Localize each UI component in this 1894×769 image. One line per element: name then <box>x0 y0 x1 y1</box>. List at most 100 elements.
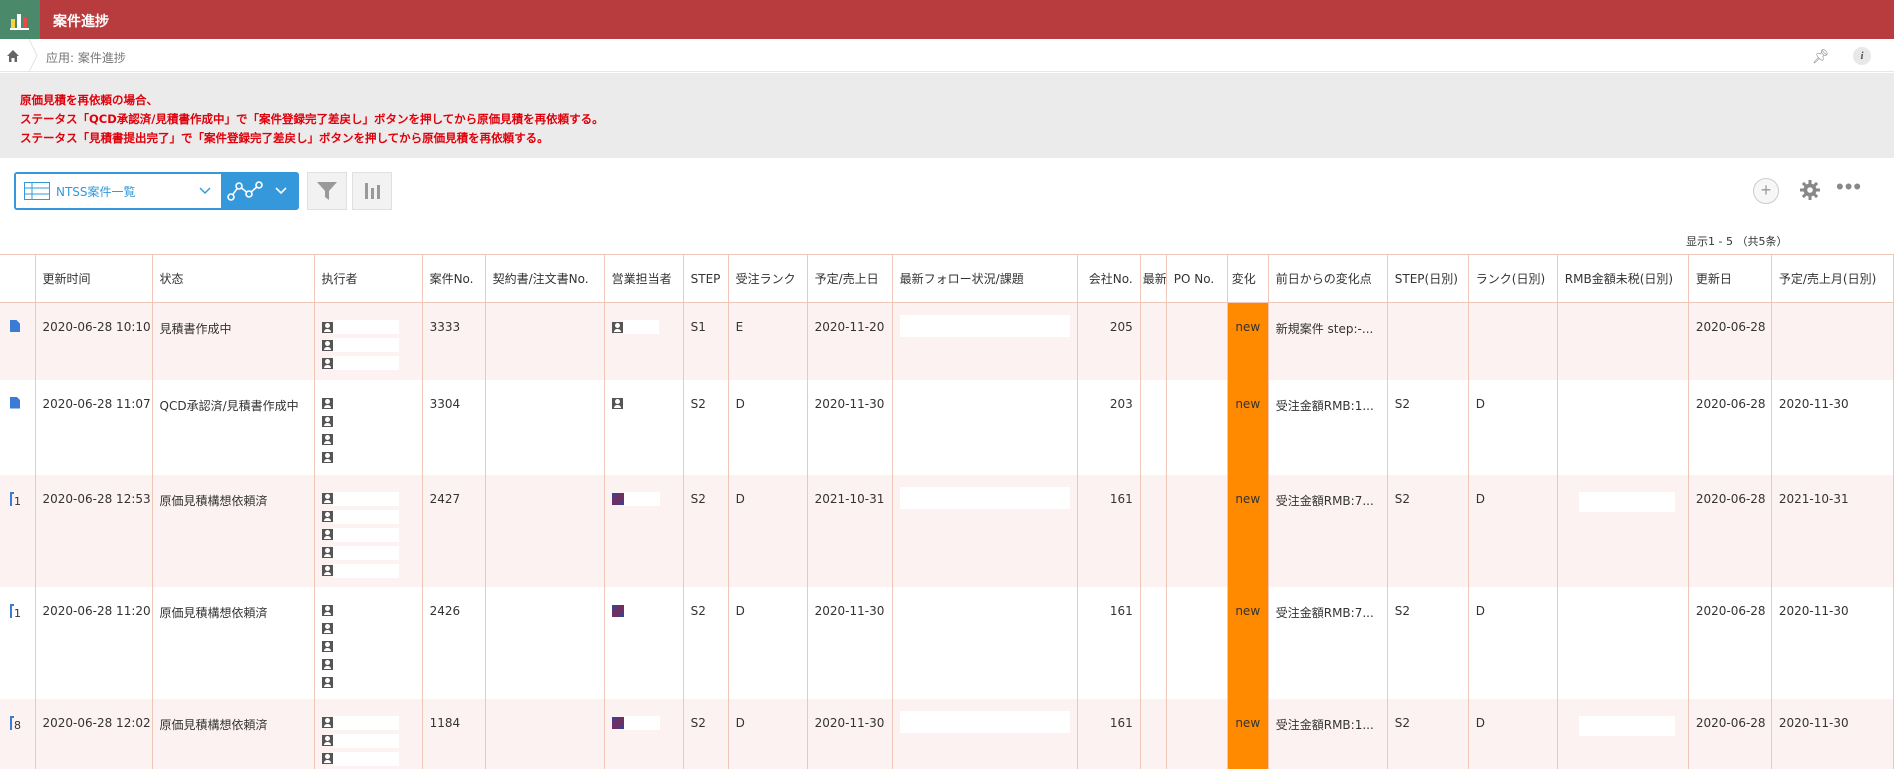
change-badge-cell: new <box>1227 379 1269 475</box>
row-detail-cell[interactable]: 1 <box>0 474 36 587</box>
case-number-cell: 3304 <box>422 379 486 475</box>
comment-count-icon[interactable]: 1 <box>10 491 28 508</box>
user-icon[interactable] <box>321 641 333 652</box>
row-detail-cell[interactable] <box>0 302 36 380</box>
user-avatar-icon[interactable] <box>611 716 624 729</box>
table-row[interactable]: 1 2020-06-28 12:53 原価見積構想依頼済 2427 S2 D 2021-10… <box>0 474 1894 587</box>
column-header[interactable]: ランク(日別) <box>1468 254 1558 303</box>
user-icon[interactable] <box>321 753 333 764</box>
table-row[interactable]: 2020-06-28 10:10 見積書作成中 3333 S1 E 2020-11-20 2… <box>0 302 1894 380</box>
app-chart-icon[interactable] <box>0 0 40 39</box>
column-header[interactable]: 更新日 <box>1688 254 1772 303</box>
comment-count: 8 <box>14 718 21 732</box>
step-daily-cell: S2 <box>1387 586 1469 699</box>
assignees-cell <box>314 379 423 475</box>
user-icon[interactable] <box>321 735 333 746</box>
graph-icon <box>227 181 287 201</box>
rmb-daily-cell <box>1557 474 1689 587</box>
user-avatar-icon[interactable] <box>611 492 624 505</box>
scheduled-date-cell: 2020-11-30 <box>807 586 893 699</box>
sales-rep-cell <box>604 698 684 769</box>
user-icon[interactable] <box>321 493 333 504</box>
notice-line: ステータス「見積書提出完了」で「案件登録完了差戻し」ボタンを押してから原価見積を… <box>20 131 549 145</box>
user-icon[interactable] <box>321 565 333 576</box>
info-icon[interactable]: i <box>1853 47 1871 65</box>
change-badge-cell: new <box>1227 586 1269 699</box>
user-avatar-icon[interactable] <box>611 398 623 409</box>
follow-status-cell <box>892 474 1078 587</box>
column-header[interactable]: 受注ランク <box>728 254 808 303</box>
column-header[interactable]: 予定/売上日 <box>807 254 893 303</box>
comment-count: 1 <box>14 494 21 508</box>
column-header[interactable]: RMB金額未税(日別) <box>1557 254 1689 303</box>
user-icon[interactable] <box>321 398 333 409</box>
user-icon[interactable] <box>321 623 333 634</box>
home-icon[interactable] <box>7 49 19 67</box>
column-header[interactable]: 予定/売上月(日別) <box>1771 254 1894 303</box>
user-icon[interactable] <box>321 659 333 670</box>
user-icon[interactable] <box>321 717 333 728</box>
table-view-icon <box>24 182 50 200</box>
scheduled-month-daily-cell: 2020-11-30 <box>1771 586 1894 699</box>
column-header[interactable]: 状态 <box>152 254 315 303</box>
graph-view-button[interactable] <box>223 172 299 210</box>
status-cell: 原価見積構想依頼済 <box>152 474 315 587</box>
step-cell: S2 <box>683 474 729 587</box>
user-icon[interactable] <box>321 547 333 558</box>
view-selector[interactable]: NTSS案件一覧 <box>14 172 223 210</box>
latest-cell <box>1140 302 1167 380</box>
user-icon[interactable] <box>321 677 333 688</box>
update-date-cell: 2020-06-28 <box>1688 474 1772 587</box>
change-detail-cell: 受注金額RMB:7... <box>1268 474 1388 587</box>
user-avatar-icon[interactable] <box>611 321 623 333</box>
column-header[interactable]: 执行者 <box>314 254 423 303</box>
gear-icon[interactable] <box>1799 179 1821 206</box>
chart-button[interactable] <box>352 172 392 210</box>
column-header[interactable]: 最新 <box>1140 254 1167 303</box>
column-header[interactable]: 案件No. <box>422 254 486 303</box>
updated-time-cell: 2020-06-28 11:07 <box>35 379 153 475</box>
column-header[interactable]: 変化 <box>1227 254 1269 303</box>
rmb-daily-cell <box>1557 379 1689 475</box>
user-icon[interactable] <box>321 452 333 463</box>
rmb-daily-cell <box>1557 698 1689 769</box>
table-row[interactable]: 8 2020-06-28 12:02 原価見積構想依頼済 1184 S2 D 2020-11… <box>0 698 1894 769</box>
column-header[interactable]: PO No. <box>1166 254 1228 303</box>
column-header[interactable]: 前日からの変化点 <box>1268 254 1388 303</box>
document-icon[interactable] <box>10 320 20 332</box>
add-record-button[interactable]: + <box>1753 178 1779 204</box>
table-row[interactable]: 1 2020-06-28 11:20 原価見積構想依頼済 2426 S2 D 2020-11… <box>0 586 1894 699</box>
comment-count-icon[interactable]: 8 <box>10 715 28 732</box>
user-icon[interactable] <box>321 529 333 540</box>
user-icon[interactable] <box>321 511 333 522</box>
user-icon[interactable] <box>321 434 333 445</box>
column-header[interactable]: 契約書/注文書No. <box>485 254 605 303</box>
row-detail-cell[interactable]: 8 <box>0 698 36 769</box>
user-icon[interactable] <box>321 605 333 616</box>
contract-number-cell <box>485 474 605 587</box>
column-header[interactable]: 営業担当者 <box>604 254 684 303</box>
column-header[interactable]: 最新フォロー状況/課題 <box>892 254 1078 303</box>
column-header[interactable]: 更新时间 <box>35 254 153 303</box>
user-icon[interactable] <box>321 339 333 351</box>
assignees-cell <box>314 474 423 587</box>
user-icon[interactable] <box>321 416 333 427</box>
user-avatar-icon[interactable] <box>611 604 624 617</box>
table-row[interactable]: 2020-06-28 11:07 QCD承認済/見積書作成中 3304 S2 D 2020… <box>0 379 1894 475</box>
filter-button[interactable] <box>307 172 347 210</box>
user-icon[interactable] <box>321 321 333 333</box>
document-icon[interactable] <box>10 396 20 409</box>
column-header[interactable]: 会社No. <box>1077 254 1141 303</box>
change-badge-cell: new <box>1227 302 1269 380</box>
column-header[interactable]: STEP(日別) <box>1387 254 1469 303</box>
pin-icon[interactable]: 📌︎ <box>1812 48 1830 65</box>
comment-count-icon[interactable]: 1 <box>10 603 28 620</box>
latest-cell <box>1140 586 1167 699</box>
chevron-down-icon <box>199 187 211 194</box>
row-detail-cell[interactable] <box>0 379 36 475</box>
breadcrumb-current[interactable]: 应用: 案件進捗 <box>46 49 126 66</box>
column-header[interactable]: STEP <box>683 254 729 303</box>
user-icon[interactable] <box>321 357 333 369</box>
row-detail-cell[interactable]: 1 <box>0 586 36 699</box>
more-options-icon[interactable]: ••• <box>1836 176 1862 198</box>
